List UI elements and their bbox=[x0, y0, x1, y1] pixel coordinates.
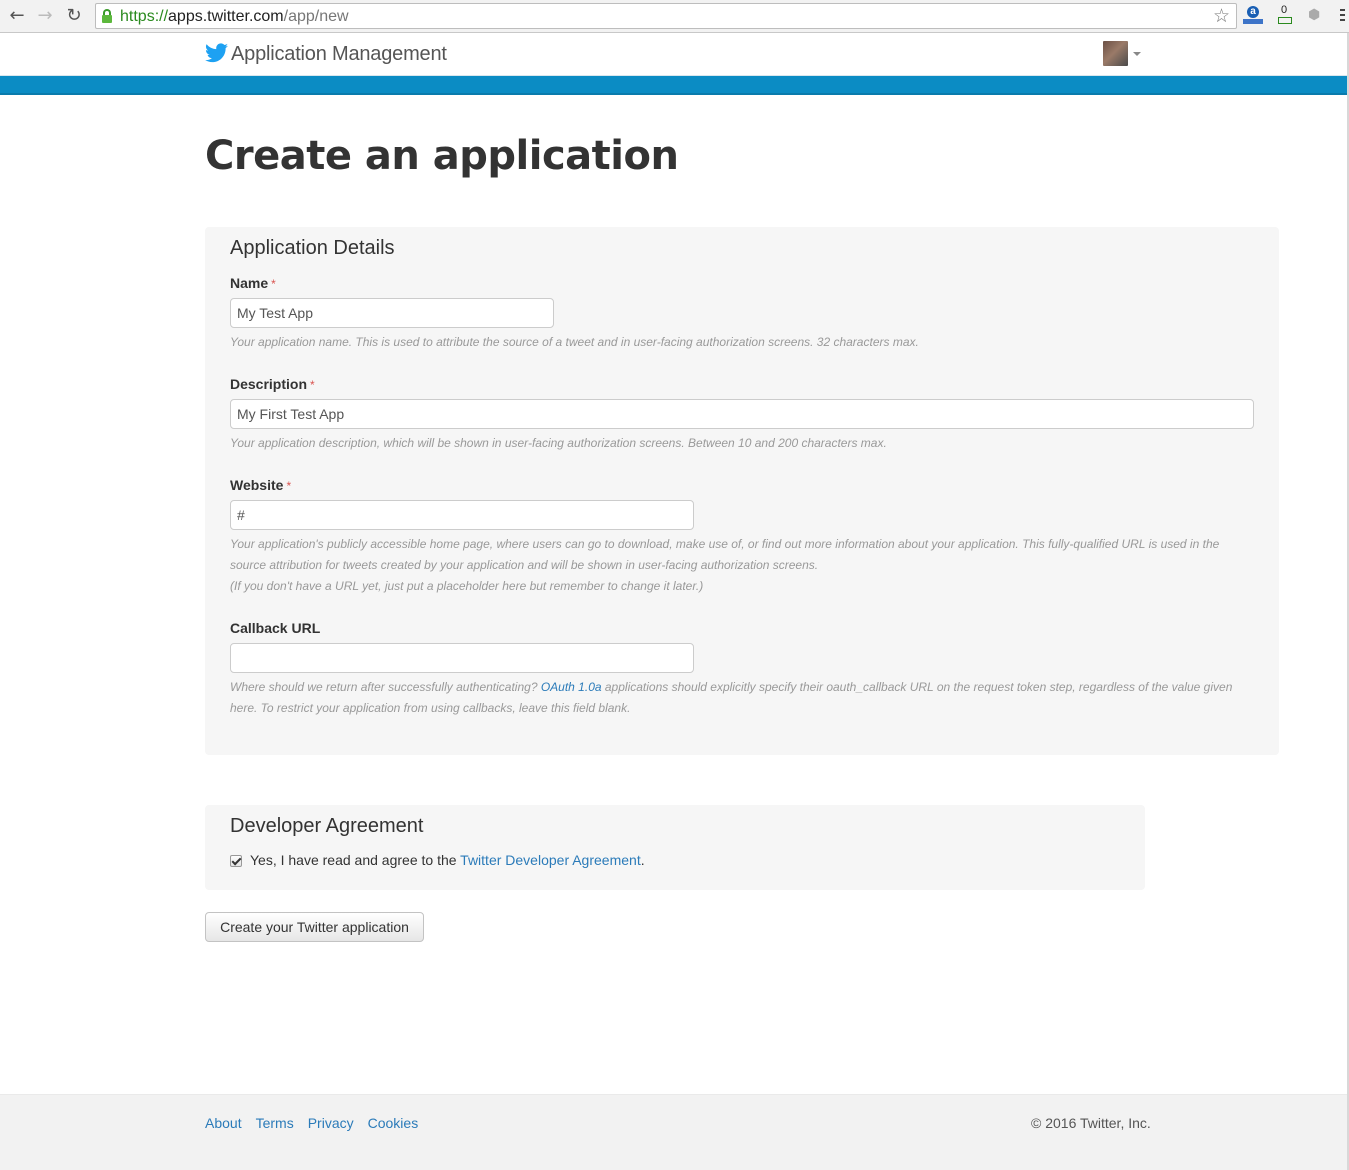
create-application-button[interactable]: Create your Twitter application bbox=[205, 912, 424, 942]
forward-arrow-icon[interactable]: → bbox=[34, 5, 56, 27]
developer-agreement-link[interactable]: Twitter Developer Agreement bbox=[460, 852, 641, 868]
website-input[interactable] bbox=[230, 500, 694, 530]
agree-checkbox[interactable] bbox=[230, 855, 242, 867]
browser-menu-icon[interactable] bbox=[1340, 9, 1345, 23]
url-scheme: https:// bbox=[120, 8, 169, 25]
reload-icon[interactable]: ↻ bbox=[63, 5, 85, 27]
application-details-panel: Application Details Name* Your applicati… bbox=[205, 227, 1279, 755]
name-label-text: Name bbox=[230, 275, 269, 291]
name-input[interactable] bbox=[230, 298, 554, 328]
header-accent-bar bbox=[0, 75, 1349, 95]
name-label: Name * bbox=[230, 275, 276, 291]
url-path: /app/new bbox=[283, 8, 349, 25]
callback-help-line: here. To restrict your application from … bbox=[230, 701, 631, 715]
name-help: Your application name. This is used to a… bbox=[230, 335, 919, 349]
counter-extension-icon[interactable]: 0 bbox=[1275, 4, 1295, 26]
back-arrow-icon[interactable]: ← bbox=[6, 5, 28, 27]
description-label: Description * bbox=[230, 376, 315, 392]
brand-title[interactable]: Application Management bbox=[231, 43, 447, 66]
footer-link-cookies[interactable]: Cookies bbox=[368, 1115, 419, 1131]
callback-help-text: applications should explicitly specify t… bbox=[601, 680, 1233, 694]
developer-agreement-panel: Developer Agreement Yes, I have read and… bbox=[205, 805, 1145, 890]
footer-links: About Terms Privacy Cookies bbox=[205, 1115, 432, 1131]
footer-link-terms[interactable]: Terms bbox=[256, 1115, 294, 1131]
callback-url-input[interactable] bbox=[230, 643, 694, 673]
website-label-text: Website bbox=[230, 477, 284, 493]
footer: About Terms Privacy Cookies © 2016 Twitter,… bbox=[0, 1094, 1349, 1170]
callback-label: Callback URL bbox=[230, 620, 320, 636]
required-marker: * bbox=[271, 277, 276, 291]
oauth-link[interactable]: OAuth 1.0a bbox=[541, 680, 602, 694]
footer-link-about[interactable]: About bbox=[205, 1115, 242, 1131]
amazon-extension-icon[interactable]: a bbox=[1243, 6, 1263, 26]
browser-toolbar: ← → ↻ https://apps.twitter.com/app/new ☆… bbox=[0, 0, 1349, 33]
section-heading: Developer Agreement bbox=[230, 815, 424, 837]
required-marker: * bbox=[310, 378, 315, 392]
page-title: Create an application bbox=[205, 133, 679, 179]
section-heading: Application Details bbox=[230, 237, 395, 259]
callback-help-line: Where should we return after successfull… bbox=[230, 677, 1270, 698]
description-help: Your application description, which will… bbox=[230, 436, 887, 450]
url-host: apps.twitter.com bbox=[168, 8, 284, 25]
website-help-line: source attribution for tweets created by… bbox=[230, 558, 819, 572]
footer-link-privacy[interactable]: Privacy bbox=[308, 1115, 354, 1131]
url-text[interactable]: https://apps.twitter.com/app/new bbox=[120, 7, 349, 27]
copyright: © 2016 Twitter, Inc. bbox=[1031, 1115, 1151, 1131]
user-avatar[interactable] bbox=[1103, 41, 1128, 66]
website-help-line: Your application's publicly accessible h… bbox=[230, 537, 1220, 551]
extension-icon[interactable]: ⬢ bbox=[1308, 6, 1328, 26]
required-marker: * bbox=[286, 479, 292, 493]
callback-label-text: Callback URL bbox=[230, 620, 321, 636]
counter-value: 0 bbox=[1281, 4, 1288, 16]
app-header: Application Management bbox=[0, 33, 1349, 75]
callback-help: Where should we return after successfull… bbox=[230, 677, 1270, 719]
callback-help-text: Where should we return after successfull… bbox=[230, 680, 541, 694]
website-help: Your application's publicly accessible h… bbox=[230, 534, 1260, 597]
description-input[interactable] bbox=[230, 399, 1254, 429]
agree-text: Yes, I have read and agree to the bbox=[250, 852, 461, 868]
agree-text-end: . bbox=[640, 852, 645, 868]
amazon-letter: a bbox=[1247, 6, 1259, 18]
address-bar[interactable]: https://apps.twitter.com/app/new ☆ bbox=[95, 3, 1237, 29]
description-label-text: Description bbox=[230, 376, 308, 392]
twitter-bird-icon[interactable] bbox=[205, 43, 228, 63]
lock-icon bbox=[102, 9, 112, 23]
bookmark-star-icon[interactable]: ☆ bbox=[1213, 5, 1230, 27]
website-help-note: (If you don't have a URL yet, just put a… bbox=[230, 579, 704, 593]
chevron-down-icon[interactable] bbox=[1133, 52, 1141, 56]
agree-label[interactable]: Yes, I have read and agree to the Twitte… bbox=[250, 852, 645, 868]
website-label: Website * bbox=[230, 477, 291, 493]
